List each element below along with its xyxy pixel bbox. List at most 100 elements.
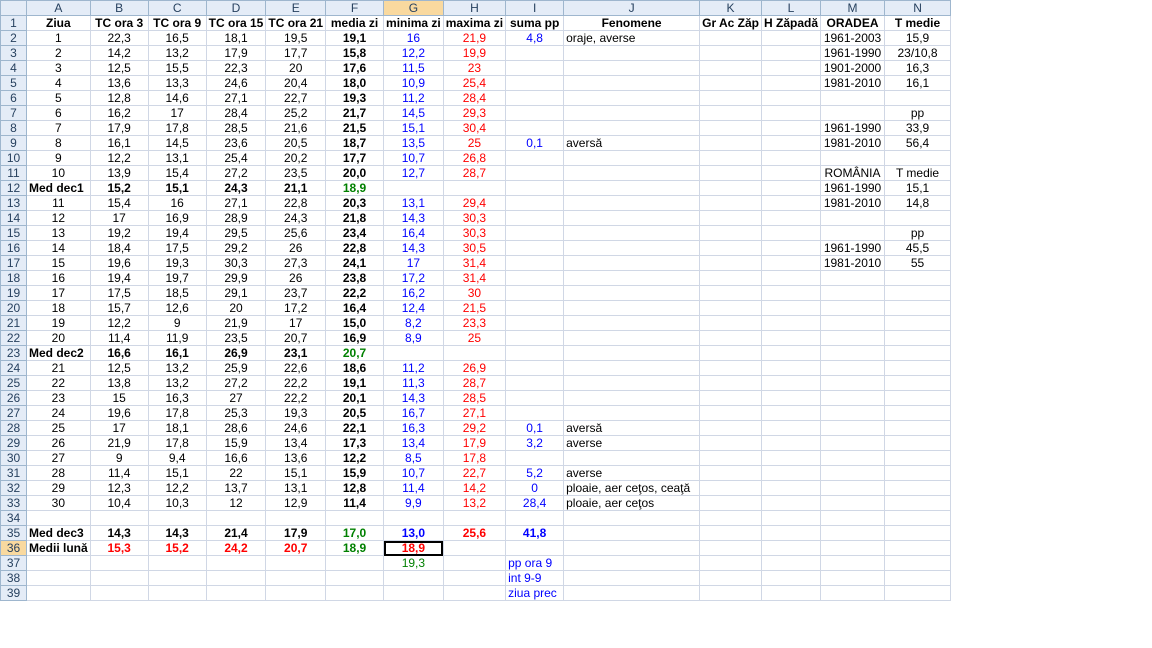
cell-k38[interactable] — [699, 570, 763, 586]
cell-h19[interactable]: 30 — [442, 285, 507, 301]
cell-k28[interactable] — [699, 420, 763, 436]
cell-l10[interactable] — [761, 150, 822, 166]
cell-g9[interactable]: 13,5 — [383, 135, 444, 151]
cell-f31[interactable]: 15,9 — [325, 465, 385, 481]
cell-i20[interactable] — [505, 300, 565, 316]
cell-d36[interactable]: 24,2 — [205, 540, 267, 556]
cell-l20[interactable] — [761, 300, 822, 316]
cell-b6[interactable]: 12,8 — [89, 90, 149, 106]
cell-i11[interactable] — [505, 165, 565, 181]
cell-f4[interactable]: 17,6 — [325, 60, 385, 76]
cell-n28[interactable] — [884, 420, 952, 436]
cell-c19[interactable]: 18,5 — [147, 285, 207, 301]
cell-l28[interactable] — [761, 420, 822, 436]
cell-i25[interactable] — [505, 375, 565, 391]
cell-n33[interactable] — [884, 495, 952, 511]
cell-m6[interactable] — [820, 90, 886, 106]
cell-a4[interactable]: 3 — [26, 60, 91, 76]
cell-a12[interactable]: Med dec1 — [26, 180, 91, 196]
cell-c26[interactable]: 16,3 — [147, 390, 207, 406]
row-header-7[interactable]: 7 — [0, 105, 27, 121]
row-header-38[interactable]: 38 — [0, 570, 27, 586]
cell-b8[interactable]: 17,9 — [89, 120, 149, 136]
column-header-d[interactable]: D — [205, 0, 267, 16]
cell-g30[interactable]: 8,5 — [383, 450, 444, 466]
cell-j5[interactable] — [563, 75, 701, 91]
cell-d30[interactable]: 16,6 — [205, 450, 267, 466]
row-header-28[interactable]: 28 — [0, 420, 27, 436]
cell-g19[interactable]: 16,2 — [383, 285, 444, 301]
cell-a6[interactable]: 5 — [26, 90, 91, 106]
cell-h24[interactable]: 26,9 — [442, 360, 507, 376]
cell-i12[interactable] — [505, 180, 565, 196]
row-header-33[interactable]: 33 — [0, 495, 27, 511]
cell-m8[interactable]: 1961-1990 — [820, 120, 886, 136]
cell-b22[interactable]: 11,4 — [89, 330, 149, 346]
cell-a29[interactable]: 26 — [26, 435, 91, 451]
cell-g2[interactable]: 16 — [383, 30, 444, 46]
cell-f17[interactable]: 24,1 — [325, 255, 385, 271]
cell-d13[interactable]: 27,1 — [205, 195, 267, 211]
row-header-3[interactable]: 3 — [0, 45, 27, 61]
cell-m37[interactable] — [820, 555, 886, 571]
cell-k4[interactable] — [699, 60, 763, 76]
cell-m32[interactable] — [820, 480, 886, 496]
row-header-1[interactable]: 1 — [0, 15, 27, 31]
cell-a17[interactable]: 15 — [26, 255, 91, 271]
cell-a26[interactable]: 23 — [26, 390, 91, 406]
cell-e6[interactable]: 22,7 — [265, 90, 327, 106]
cell-d38[interactable] — [205, 570, 267, 586]
row-header-2[interactable]: 2 — [0, 30, 27, 46]
cell-c1[interactable]: TC ora 9 — [147, 15, 207, 31]
cell-a3[interactable]: 2 — [26, 45, 91, 61]
cell-l36[interactable] — [761, 540, 822, 556]
cell-f28[interactable]: 22,1 — [325, 420, 385, 436]
cell-i14[interactable] — [505, 210, 565, 226]
cell-e33[interactable]: 12,9 — [265, 495, 327, 511]
cell-j38[interactable] — [563, 570, 701, 586]
cell-k6[interactable] — [699, 90, 763, 106]
cell-g37[interactable]: 19,3 — [383, 555, 444, 571]
cell-l14[interactable] — [761, 210, 822, 226]
cell-k1[interactable]: Gr Ac Zăp — [699, 15, 763, 31]
cell-d11[interactable]: 27,2 — [205, 165, 267, 181]
cell-m25[interactable] — [820, 375, 886, 391]
cell-l7[interactable] — [761, 105, 822, 121]
cell-d26[interactable]: 27 — [205, 390, 267, 406]
row-header-19[interactable]: 19 — [0, 285, 27, 301]
cell-l22[interactable] — [761, 330, 822, 346]
cell-a39[interactable] — [26, 585, 91, 601]
cell-j20[interactable] — [563, 300, 701, 316]
cell-d6[interactable]: 27,1 — [205, 90, 267, 106]
cell-b34[interactable] — [89, 510, 149, 526]
cell-f9[interactable]: 18,7 — [325, 135, 385, 151]
cell-g15[interactable]: 16,4 — [383, 225, 444, 241]
cell-h4[interactable]: 23 — [442, 60, 507, 76]
cell-j26[interactable] — [563, 390, 701, 406]
cell-h21[interactable]: 23,3 — [442, 315, 507, 331]
cell-d5[interactable]: 24,6 — [205, 75, 267, 91]
cell-j3[interactable] — [563, 45, 701, 61]
cell-n21[interactable] — [884, 315, 952, 331]
cell-g17[interactable]: 17 — [383, 255, 444, 271]
cell-m15[interactable] — [820, 225, 886, 241]
cell-g13[interactable]: 13,1 — [383, 195, 444, 211]
cell-h32[interactable]: 14,2 — [442, 480, 507, 496]
cell-c28[interactable]: 18,1 — [147, 420, 207, 436]
cell-e11[interactable]: 23,5 — [265, 165, 327, 181]
cell-l5[interactable] — [761, 75, 822, 91]
cell-c27[interactable]: 17,8 — [147, 405, 207, 421]
cell-n4[interactable]: 16,3 — [884, 60, 952, 76]
cell-k2[interactable] — [699, 30, 763, 46]
cell-h35[interactable]: 25,6 — [442, 525, 507, 541]
cell-l1[interactable]: H Zăpadă — [761, 15, 822, 31]
cell-n30[interactable] — [884, 450, 952, 466]
cell-g25[interactable]: 11,3 — [383, 375, 444, 391]
cell-l15[interactable] — [761, 225, 822, 241]
cell-h28[interactable]: 29,2 — [442, 420, 507, 436]
row-header-6[interactable]: 6 — [0, 90, 27, 106]
cell-j7[interactable] — [563, 105, 701, 121]
cell-f35[interactable]: 17,0 — [325, 525, 385, 541]
cell-c2[interactable]: 16,5 — [147, 30, 207, 46]
cell-l31[interactable] — [761, 465, 822, 481]
